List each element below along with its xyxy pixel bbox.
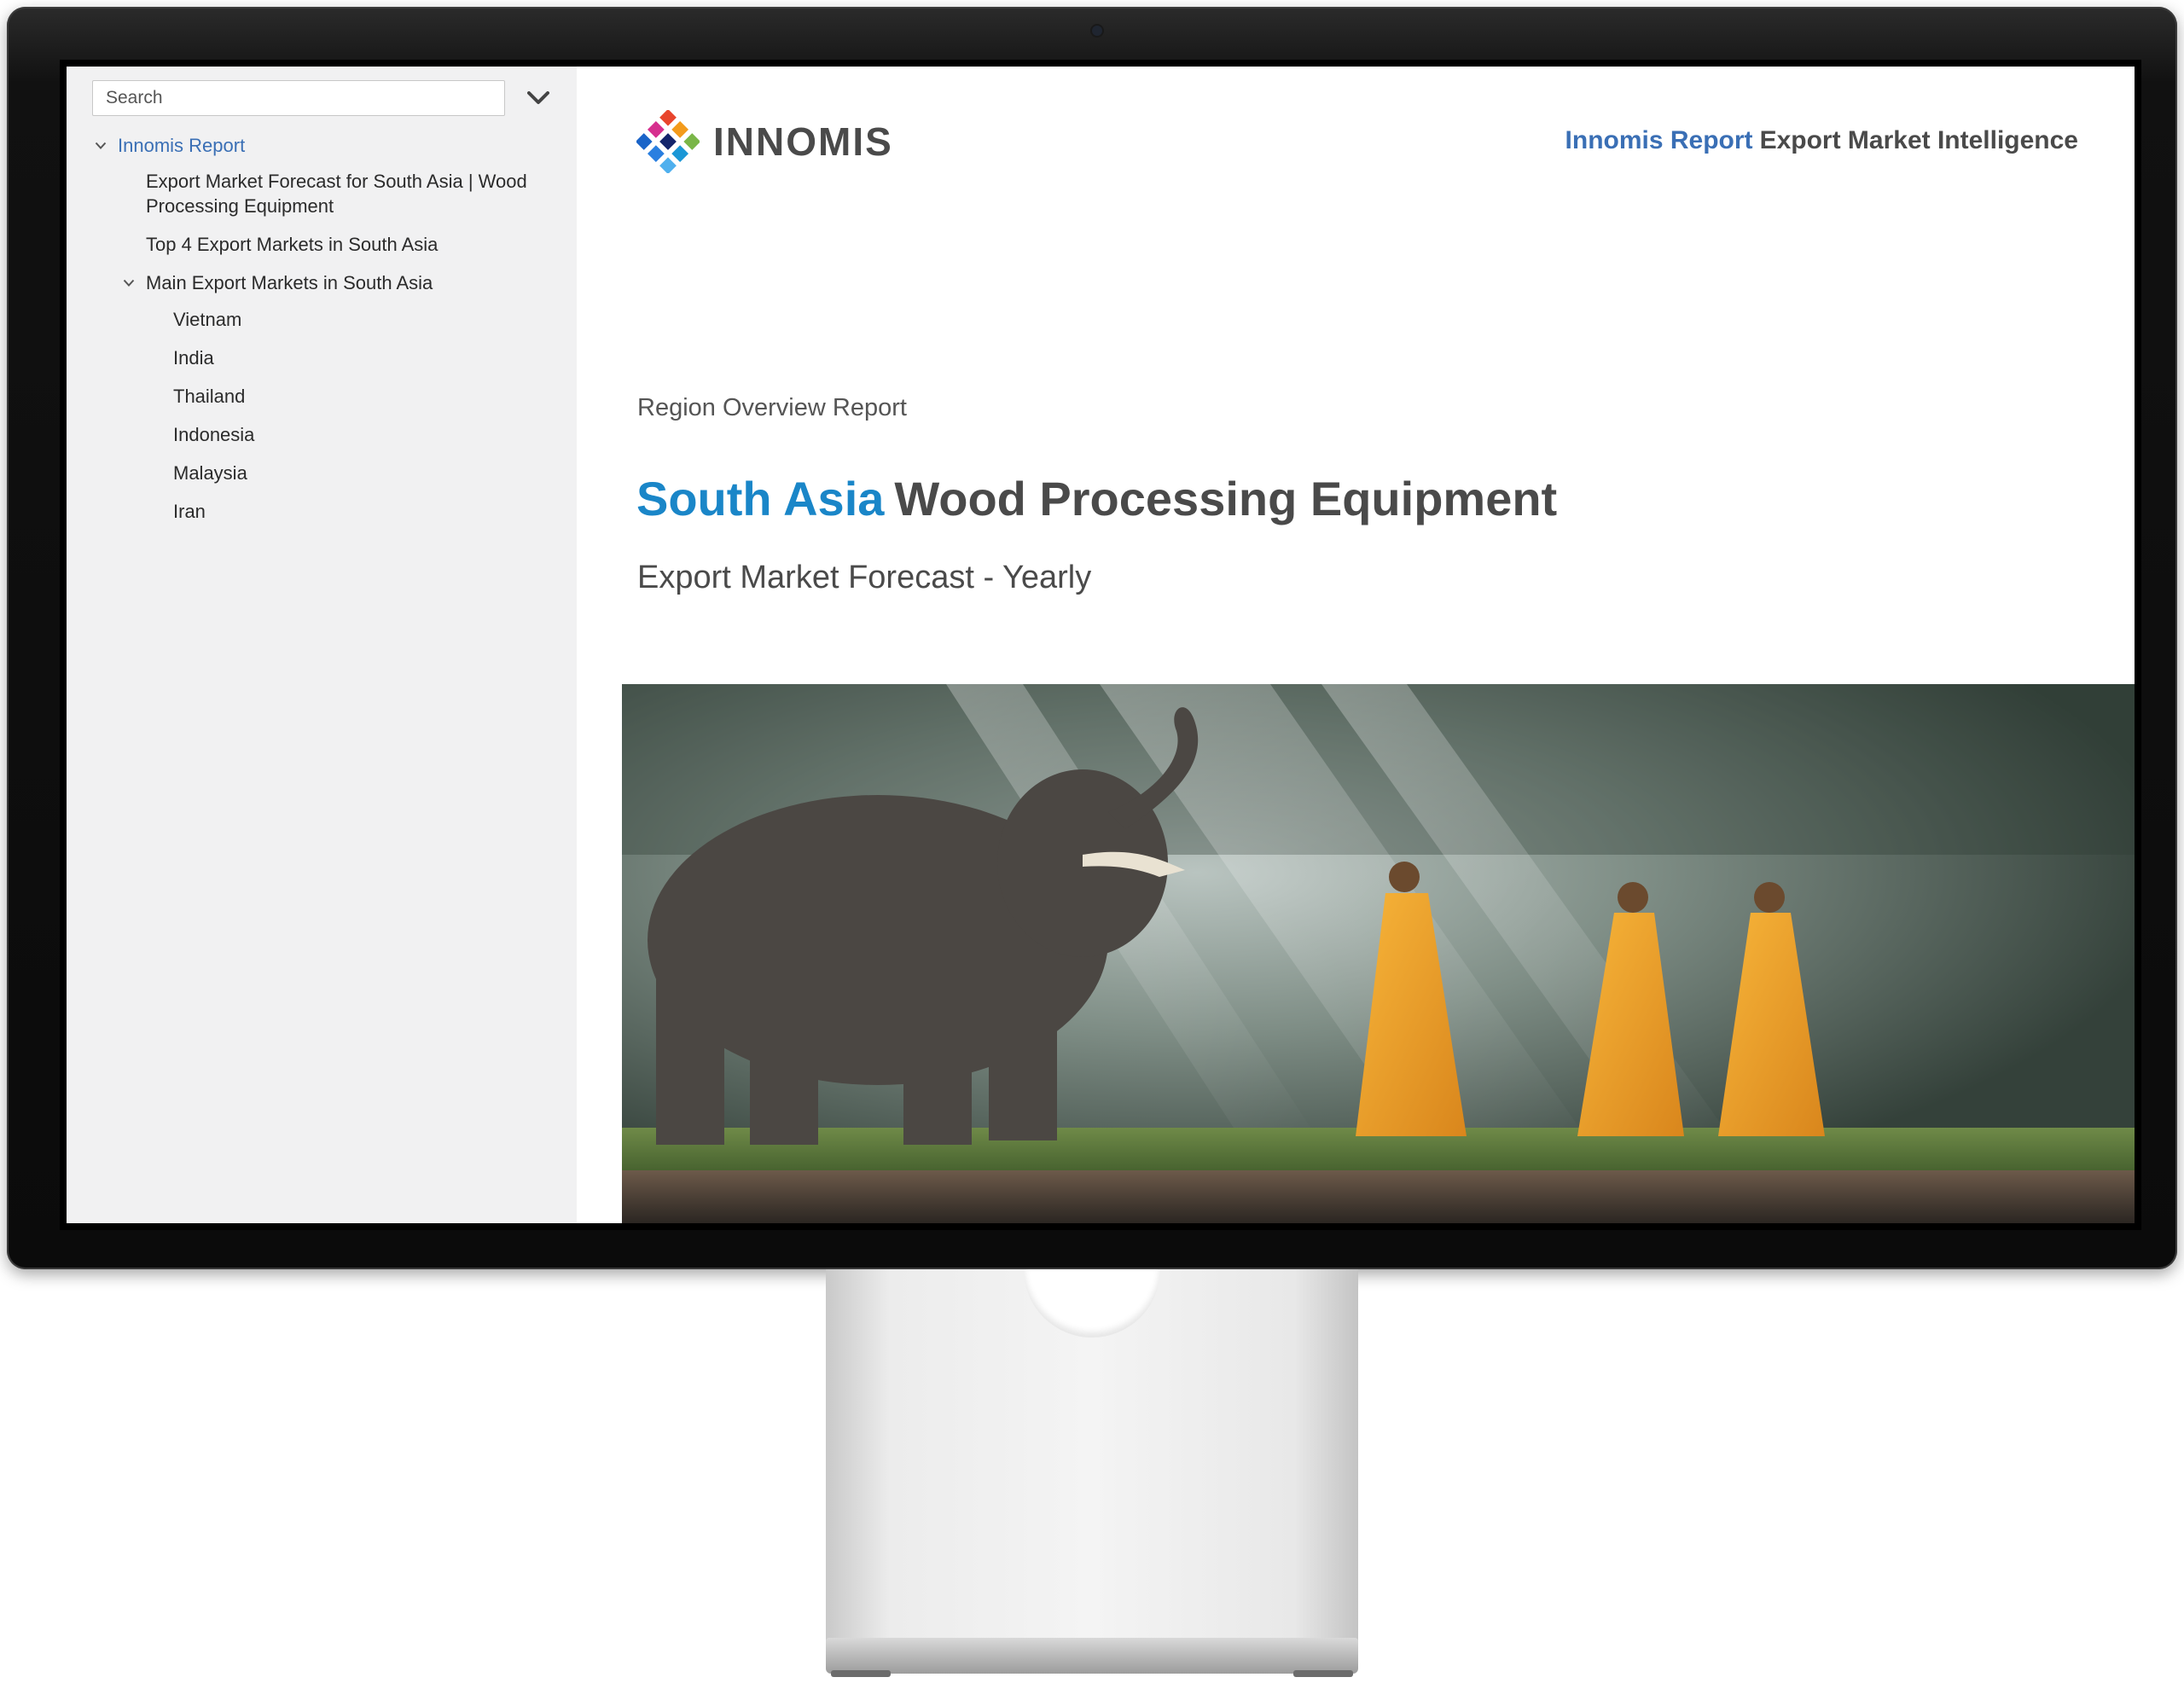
toc-item-iran[interactable]: Iran xyxy=(173,499,206,524)
toc-item-export-market-forecast[interactable]: Export Market Forecast for South Asia | … xyxy=(146,169,538,218)
logo-mark-icon xyxy=(636,110,700,173)
toc-item-indonesia[interactable]: Indonesia xyxy=(173,422,254,447)
chevron-down-icon[interactable] xyxy=(522,82,555,114)
logo-text: INNOMIS xyxy=(713,119,893,164)
toc-item-top-4-export-markets[interactable]: Top 4 Export Markets in South Asia xyxy=(146,232,438,257)
chevron-down-icon[interactable] xyxy=(94,139,107,153)
title-product: Wood Processing Equipment xyxy=(894,472,1558,525)
title-region: South Asia xyxy=(636,472,885,525)
sidebar: Innomis Report Export Market Forecast fo… xyxy=(67,67,577,1223)
chevron-down-icon[interactable] xyxy=(122,276,136,290)
toc-item-innomis-report[interactable]: Innomis Report xyxy=(118,133,245,158)
report-subtitle: Export Market Forecast - Yearly xyxy=(637,560,1092,595)
monitor-bezel: Innomis Report Export Market Forecast fo… xyxy=(7,7,2177,1269)
header-brand[interactable]: Innomis Report xyxy=(1565,126,1753,154)
toc-item-india[interactable]: India xyxy=(173,345,214,370)
report-page: INNOMIS Innomis Report Export Market Inte… xyxy=(577,67,2135,1223)
search-input[interactable] xyxy=(92,80,505,116)
header-title: Innomis Report Export Market Intelligence xyxy=(1565,126,2078,155)
hero-image xyxy=(622,684,2135,1223)
stand-foot xyxy=(1293,1670,1353,1677)
report-eyebrow: Region Overview Report xyxy=(637,394,907,421)
toc-item-main-export-markets[interactable]: Main Export Markets in South Asia xyxy=(146,270,433,295)
toc-item-thailand[interactable]: Thailand xyxy=(173,384,245,409)
hero-photo xyxy=(622,684,2135,1223)
toc-item-vietnam[interactable]: Vietnam xyxy=(173,307,241,332)
toc-item-malaysia[interactable]: Malaysia xyxy=(173,461,247,485)
stand-foot xyxy=(831,1670,891,1677)
monitor-screen: Innomis Report Export Market Forecast fo… xyxy=(60,60,2141,1230)
logo[interactable]: INNOMIS xyxy=(636,109,893,174)
page-title: South Asia Wood Processing Equipment xyxy=(636,471,1557,526)
camera-icon xyxy=(1092,26,1102,36)
header-tagline: Export Market Intelligence xyxy=(1759,126,2078,154)
browser-viewport: Innomis Report Export Market Forecast fo… xyxy=(67,67,2135,1223)
stand-base xyxy=(826,1638,1358,1677)
